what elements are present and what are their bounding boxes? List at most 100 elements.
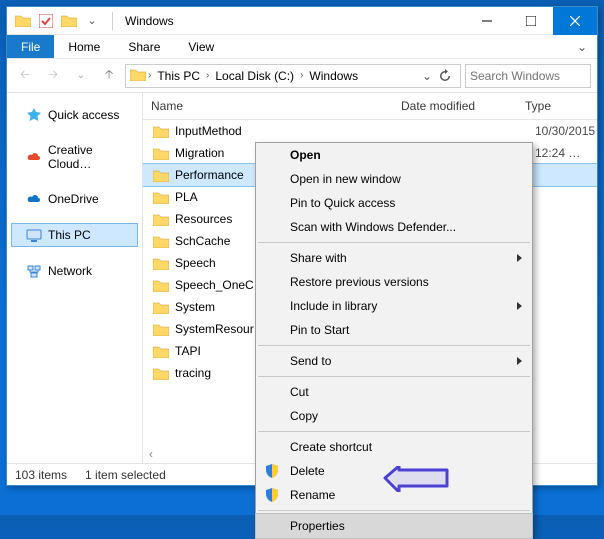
pc-icon: [26, 227, 42, 243]
menu-item[interactable]: Scan with Windows Defender...: [256, 215, 532, 239]
crumb-windows[interactable]: Windows: [305, 69, 362, 83]
ribbon-tab-share[interactable]: Share: [114, 35, 174, 58]
nav-item[interactable]: Quick access: [11, 103, 138, 127]
folder-icon: [151, 301, 171, 314]
network-icon: [26, 263, 42, 279]
folder-icon: [151, 235, 171, 248]
crumb-local-disk[interactable]: Local Disk (C:): [211, 69, 298, 83]
file-name: PLA: [171, 190, 198, 204]
qat-checkbox-icon[interactable]: [38, 13, 54, 29]
menu-label: Create shortcut: [290, 440, 372, 454]
nav-item[interactable]: OneDrive: [11, 187, 138, 211]
address-bar[interactable]: › This PC › Local Disk (C:) › Windows ⌄: [125, 64, 461, 88]
menu-item[interactable]: Send to: [256, 349, 532, 373]
qat: ⌄: [7, 13, 108, 29]
menu-item[interactable]: Cut: [256, 380, 532, 404]
close-button[interactable]: [553, 7, 597, 35]
chevron-right-icon[interactable]: ›: [300, 70, 303, 81]
search-input[interactable]: [470, 69, 586, 83]
menu-label: Share with: [290, 251, 347, 265]
menu-item[interactable]: Include in library: [256, 294, 532, 318]
nav-item[interactable]: Creative Cloud…: [11, 139, 138, 175]
menu-label: Restore previous versions: [290, 275, 429, 289]
nav-item[interactable]: This PC: [11, 223, 138, 247]
folder-icon: [151, 367, 171, 380]
file-name: Speech_OneC: [171, 278, 254, 292]
column-type[interactable]: Type: [517, 93, 597, 119]
column-headers: Name Date modified Type: [143, 93, 597, 120]
nav-back-button[interactable]: 🡠: [13, 64, 37, 88]
folder-icon: [151, 191, 171, 204]
column-name[interactable]: Name: [143, 93, 393, 119]
nav-forward-button[interactable]: 🡢: [41, 64, 65, 88]
qat-dropdown-icon[interactable]: ⌄: [84, 13, 100, 29]
menu-label: Send to: [290, 354, 331, 368]
address-bar-row: 🡠 🡢 ⌄ 🡡 › This PC › Local Disk (C:) › Wi…: [7, 59, 597, 93]
nav-label: Quick access: [48, 108, 119, 122]
menu-label: Copy: [290, 409, 318, 423]
address-dropdown-icon[interactable]: ⌄: [422, 69, 432, 83]
file-name: Migration: [171, 146, 224, 160]
file-date: 10/30/2015 12:24 …: [535, 120, 597, 142]
file-name: SystemResour: [171, 322, 254, 336]
menu-item[interactable]: Copy: [256, 404, 532, 428]
status-item-count: 103 items: [15, 468, 67, 482]
folder-icon: [151, 323, 171, 336]
nav-label: OneDrive: [48, 192, 99, 206]
column-date[interactable]: Date modified: [393, 93, 517, 119]
folder-icon: [151, 169, 171, 182]
crumb-this-pc[interactable]: This PC: [153, 69, 204, 83]
file-name: TAPI: [171, 344, 201, 358]
ribbon-file[interactable]: File: [7, 35, 54, 58]
menu-item[interactable]: Share with: [256, 246, 532, 270]
chevron-right-icon[interactable]: ›: [206, 70, 209, 81]
menu-item[interactable]: Pin to Quick access: [256, 191, 532, 215]
menu-label: Pin to Quick access: [290, 196, 395, 210]
nav-recent-dropdown[interactable]: ⌄: [69, 64, 93, 88]
file-name: InputMethod: [171, 124, 242, 138]
menu-separator: [258, 431, 530, 432]
folder-icon: [151, 147, 171, 160]
cloud-icon: [26, 191, 42, 207]
menu-label: Open: [290, 148, 321, 162]
menu-item[interactable]: Create shortcut: [256, 435, 532, 459]
nav-item[interactable]: Network: [11, 259, 138, 283]
ribbon: File Home Share View ⌄: [7, 35, 597, 59]
menu-item[interactable]: Open in new window: [256, 167, 532, 191]
search-box[interactable]: [465, 64, 591, 88]
nav-up-button[interactable]: 🡡: [97, 64, 121, 88]
shield-icon: [264, 463, 280, 479]
menu-label: Rename: [290, 488, 335, 502]
menu-item[interactable]: Open: [256, 143, 532, 167]
ribbon-tab-home[interactable]: Home: [54, 35, 114, 58]
minimize-button[interactable]: [465, 7, 509, 35]
file-name: Performance: [171, 168, 250, 182]
file-row[interactable]: InputMethod: [143, 120, 597, 142]
folder-icon: [151, 213, 171, 226]
menu-label: Include in library: [290, 299, 377, 313]
folder-icon: [15, 13, 31, 29]
menu-label: Pin to Start: [290, 323, 349, 337]
menu-separator: [258, 345, 530, 346]
refresh-button[interactable]: [434, 65, 456, 87]
folder-icon: [151, 279, 171, 292]
qat-folder-icon[interactable]: [61, 13, 77, 29]
folder-icon: [151, 345, 171, 358]
ribbon-expand-icon[interactable]: ⌄: [567, 35, 597, 58]
file-name: tracing: [171, 366, 211, 380]
scroll-left-hint[interactable]: ‹: [149, 447, 153, 461]
nav-label: Network: [48, 264, 92, 278]
menu-label: Cut: [290, 385, 309, 399]
ribbon-tab-view[interactable]: View: [174, 35, 228, 58]
menu-label: Open in new window: [290, 172, 401, 186]
menu-label: Scan with Windows Defender...: [290, 220, 456, 234]
menu-item[interactable]: Restore previous versions: [256, 270, 532, 294]
nav-label: Creative Cloud…: [48, 143, 131, 171]
menu-separator: [258, 242, 530, 243]
nav-label: This PC: [48, 228, 91, 242]
menu-item[interactable]: Pin to Start: [256, 318, 532, 342]
menu-item[interactable]: Properties: [256, 514, 532, 538]
maximize-button[interactable]: [509, 7, 553, 35]
file-name: SchCache: [171, 234, 230, 248]
chevron-right-icon[interactable]: ›: [148, 70, 151, 81]
